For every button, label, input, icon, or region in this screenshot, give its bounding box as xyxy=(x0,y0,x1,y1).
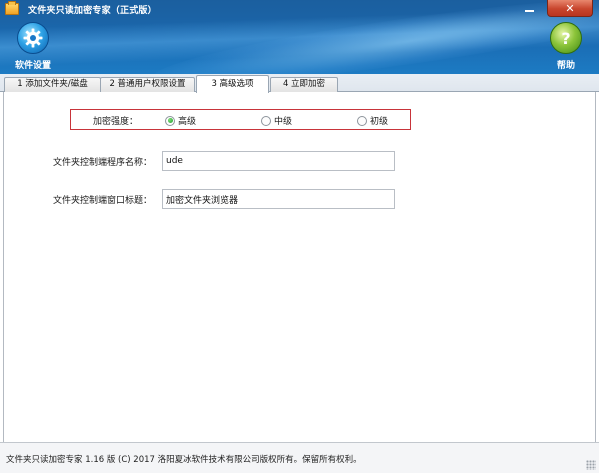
encryption-strength-label: 加密强度： xyxy=(93,117,139,127)
advanced-options-panel: 加密强度： 高级 中级 初级 文件夹控制端程序名称： 文件夹控制端窗口标题： xyxy=(3,92,596,442)
folder-app-icon xyxy=(5,1,19,15)
radio-unselected-icon xyxy=(357,115,367,126)
help-icon: ? xyxy=(550,22,582,54)
strength-radio-high[interactable]: 高级 xyxy=(165,114,196,127)
radio-unselected-icon xyxy=(261,115,271,126)
radio-selected-icon xyxy=(165,115,175,126)
encryption-strength-group: 加密强度： 高级 中级 初级 xyxy=(70,109,411,130)
strength-low-label: 初级 xyxy=(370,117,389,127)
gear-icon xyxy=(17,22,49,54)
window-title: 文件夹只读加密专家（正式版） xyxy=(28,6,157,16)
program-name-input[interactable] xyxy=(162,151,395,171)
settings-label: 软件设置 xyxy=(14,61,51,71)
help-glyph: ? xyxy=(561,28,571,48)
minimize-button[interactable] xyxy=(515,0,543,17)
strength-high-label: 高级 xyxy=(178,117,197,127)
tab-bar: 1 添加文件夹/磁盘 2 普通用户权限设置 3 高级选项 4 立即加密 xyxy=(0,74,599,93)
status-bar: 文件夹只读加密专家 1.16 版 (C) 2017 洛阳夏冰软件技术有限公司版权… xyxy=(0,442,599,473)
settings-button[interactable]: 软件设置 xyxy=(9,22,57,72)
tab-advanced-options[interactable]: 3 高级选项 xyxy=(196,75,269,93)
minimize-icon xyxy=(524,10,534,12)
strength-radio-medium[interactable]: 中级 xyxy=(261,114,292,127)
close-button[interactable]: ✕ xyxy=(547,0,593,17)
strength-medium-label: 中级 xyxy=(274,117,293,127)
window-title-input[interactable] xyxy=(162,189,395,209)
help-label: 帮助 xyxy=(556,61,575,71)
tab-user-permissions[interactable]: 2 普通用户权限设置 xyxy=(100,77,195,92)
window-title-label: 文件夹控制端窗口标题： xyxy=(52,196,152,206)
program-name-label: 文件夹控制端程序名称： xyxy=(52,158,152,168)
tab-add-folder[interactable]: 1 添加文件夹/磁盘 xyxy=(4,77,101,92)
copyright-text: 文件夹只读加密专家 1.16 版 (C) 2017 洛阳夏冰软件技术有限公司版权… xyxy=(6,455,362,465)
resize-grip-icon[interactable] xyxy=(586,460,596,470)
title-bar: 文件夹只读加密专家（正式版） ✕ 软件设置 ? 帮助 xyxy=(0,0,599,74)
strength-radio-low[interactable]: 初级 xyxy=(357,114,388,127)
close-icon: ✕ xyxy=(565,1,575,15)
tab-encrypt-now[interactable]: 4 立即加密 xyxy=(270,77,338,92)
help-button[interactable]: ? 帮助 xyxy=(542,22,590,72)
